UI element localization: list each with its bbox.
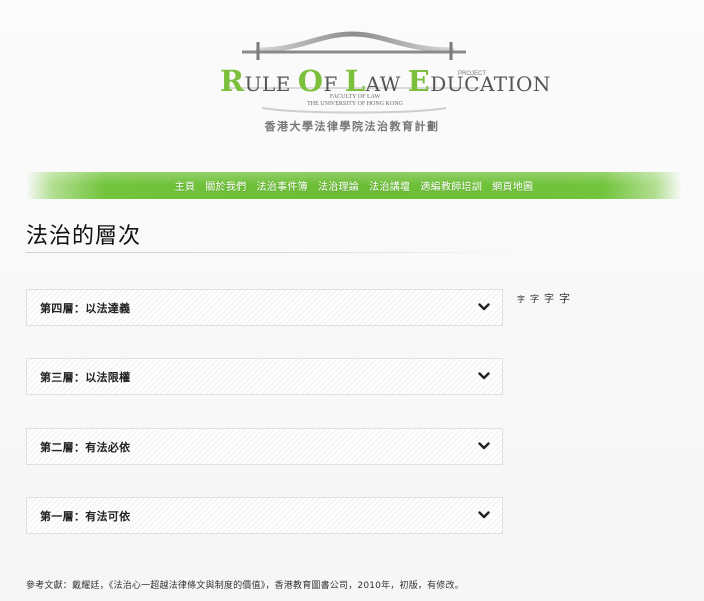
logo-letter: DUCATION [430, 72, 551, 96]
font-size-switcher: 字 字 字 字 [517, 290, 570, 306]
logo-letter: AW [365, 72, 408, 96]
nav-item-sitemap[interactable]: 網頁地圖 [487, 178, 538, 193]
nav-item-teacher-training[interactable]: 適編教師培訓 [415, 178, 487, 193]
nav-item-forum[interactable]: 法治講壇 [364, 178, 415, 193]
chevron-down-icon [478, 511, 490, 519]
accordion-label: 第一層：有法可依 [40, 510, 131, 523]
logo-letter: L [344, 64, 366, 98]
logo-wordmark: RULE OF LAW EDUCATION [220, 64, 550, 98]
accordion-label: 第二層：有法必依 [40, 441, 131, 454]
nav-item-events[interactable]: 法治事件簿 [251, 178, 313, 193]
logo-letter: O [297, 64, 324, 98]
logo-subtitle: FACULTY OF LAW THE UNIVERSITY OF HONG KO… [295, 94, 415, 108]
accordion-item-level-3[interactable]: 第三層：以法限權 [26, 358, 503, 395]
logo-letter: R [220, 64, 245, 98]
font-size-large-button[interactable]: 字 [544, 290, 554, 305]
logo-letter: F [323, 72, 345, 96]
site-logo[interactable]: RULE OF LAW EDUCATION PROJECT FACULTY OF… [0, 0, 704, 150]
nav-item-home[interactable]: 主頁 [170, 178, 201, 193]
title-divider [26, 252, 516, 253]
accordion-label: 第四層：以法達義 [40, 302, 131, 315]
main-nav: 主頁 關於我們 法治事件簿 法治理論 法治講壇 適編教師培訓 網頁地圖 [26, 172, 682, 199]
page-title: 法治的層次 [26, 224, 142, 249]
accordion-label: 第三層：以法限權 [40, 371, 131, 384]
font-size-xlarge-button[interactable]: 字 [559, 290, 570, 306]
accordion-item-level-2[interactable]: 第二層：有法必依 [26, 428, 503, 465]
font-size-small-button[interactable]: 字 [517, 294, 525, 305]
accordion-item-level-1[interactable]: 第一層：有法可依 [26, 497, 503, 534]
font-size-medium-button[interactable]: 字 [530, 292, 539, 305]
reference-citation: 參考文獻：戴耀廷，《法治心一超越法律條文與制度的價值》，香港教育圖書公司，201… [26, 581, 464, 591]
accordion-item-level-4[interactable]: 第四層：以法達義 [26, 289, 503, 326]
logo-letter: ULE [244, 72, 298, 96]
nav-item-about[interactable]: 關於我們 [200, 178, 251, 193]
logo-university: THE UNIVERSITY OF HONG KONG [307, 101, 403, 107]
logo-project-label: PROJECT [458, 71, 487, 77]
chevron-down-icon [478, 303, 490, 311]
logo-chinese-name: 香港大學法律學院法治教育計劃 [264, 120, 440, 133]
chevron-down-icon [478, 372, 490, 380]
logo-letter: E [407, 64, 431, 98]
chevron-down-icon [478, 442, 490, 450]
nav-item-theory[interactable]: 法治理論 [313, 178, 364, 193]
logo-faculty: FACULTY OF LAW [329, 94, 381, 100]
